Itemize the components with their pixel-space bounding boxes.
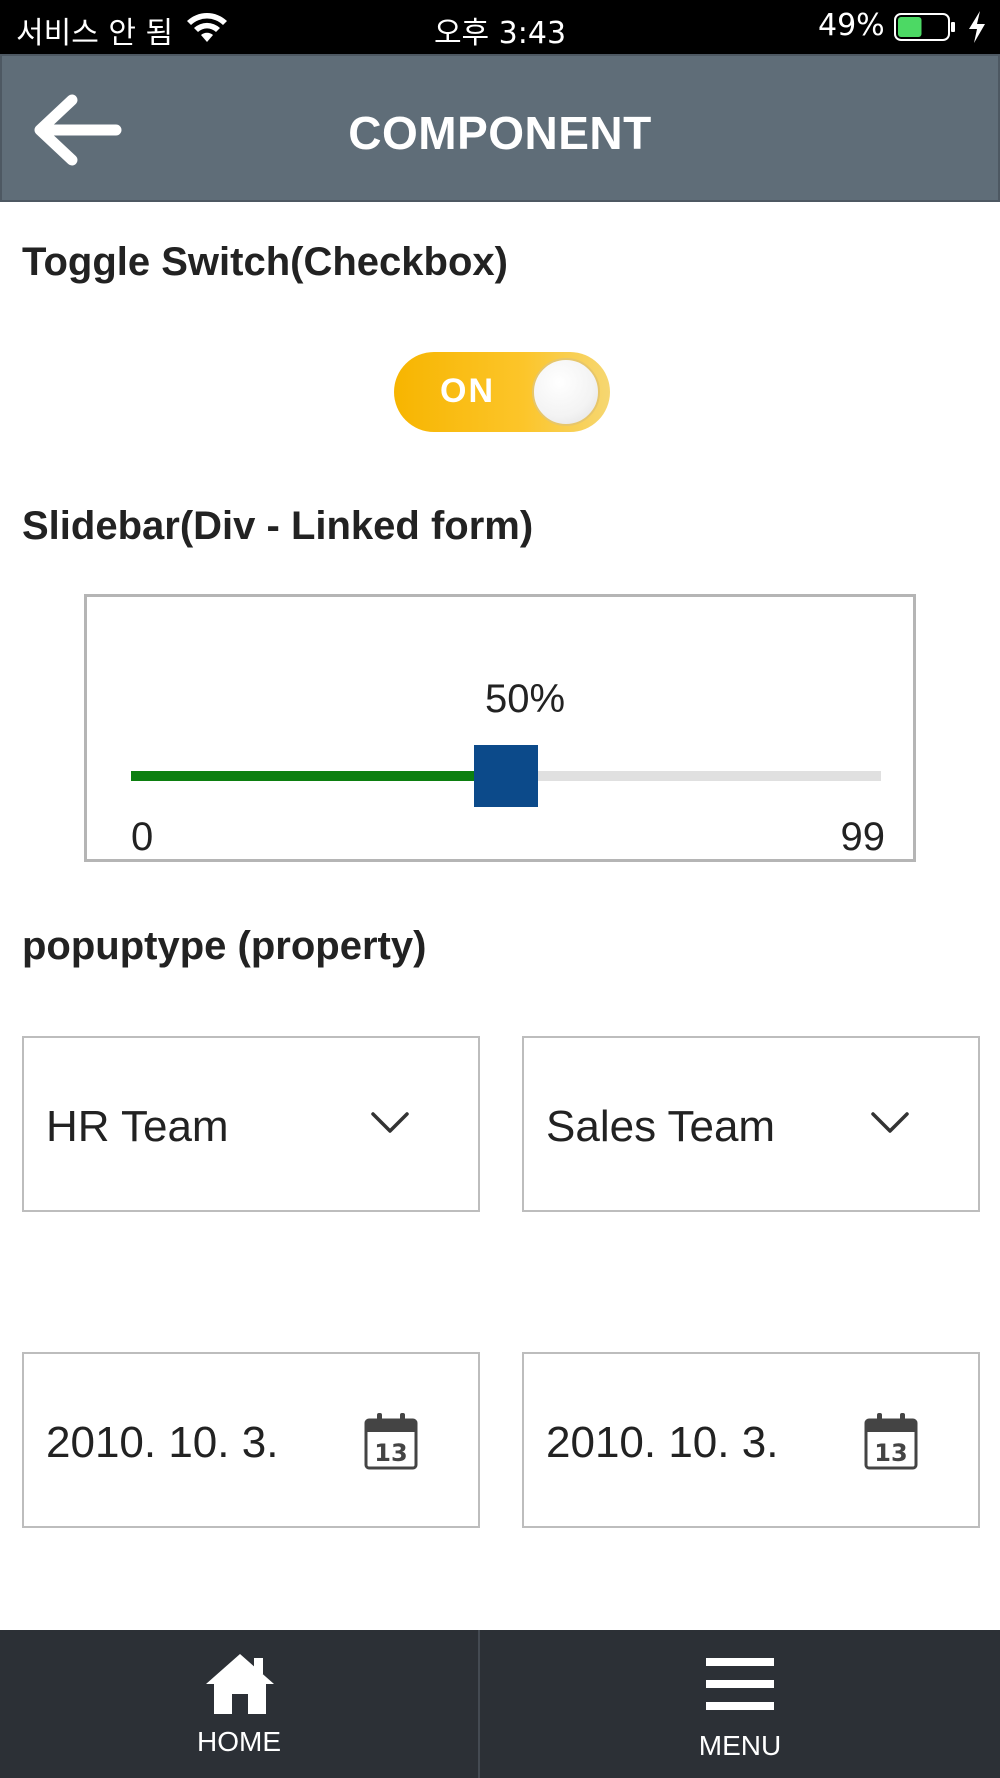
slider-thumb[interactable] — [474, 745, 538, 807]
chevron-down-icon — [371, 1112, 409, 1133]
nav-menu-label: MENU — [698, 1730, 782, 1761]
date-field-2[interactable]: 2010. 10. 3. 13 — [522, 1352, 980, 1528]
date-value: 2010. 10. 3. — [46, 1418, 279, 1467]
date-field-1[interactable]: 2010. 10. 3. 13 — [22, 1352, 480, 1528]
nav-home-button[interactable]: HOME — [0, 1630, 478, 1778]
app-header: COMPONENT — [0, 54, 1000, 202]
status-bar: 서비스 안 됨 오후 3:43 49% — [0, 0, 1000, 54]
team-select-1[interactable]: HR Team — [22, 1036, 480, 1212]
select-value: Sales Team — [546, 1102, 776, 1151]
calendar-day: 13 — [374, 1439, 407, 1467]
toggle-knob[interactable] — [532, 358, 600, 426]
battery-icon — [894, 13, 955, 41]
toggle-on-label: ON — [440, 372, 495, 410]
select-value: HR Team — [46, 1102, 229, 1151]
slider-value-label: 50% — [484, 677, 566, 721]
hamburger-menu-icon — [706, 1658, 774, 1710]
slider-max-label: 99 — [840, 815, 886, 859]
nav-home-label: HOME — [197, 1726, 281, 1757]
date-value: 2010. 10. 3. — [546, 1418, 779, 1467]
toggle-section-title: Toggle Switch(Checkbox) — [22, 240, 508, 284]
home-icon — [206, 1654, 274, 1714]
page-title: COMPONENT — [348, 107, 652, 159]
charging-bolt-icon — [969, 11, 985, 43]
slider-min-label: 0 — [131, 815, 154, 859]
calendar-day: 13 — [874, 1439, 907, 1467]
bottom-nav: HOME MENU — [0, 1630, 1000, 1778]
chevron-down-icon — [871, 1112, 909, 1133]
calendar-icon[interactable]: 13 — [864, 1412, 918, 1470]
battery-percent: 49% — [818, 8, 885, 43]
slider-section-title: Slidebar(Div - Linked form) — [22, 504, 534, 548]
popup-section-title: popuptype (property) — [22, 924, 427, 968]
calendar-icon[interactable]: 13 — [364, 1412, 418, 1470]
team-select-2[interactable]: Sales Team — [522, 1036, 980, 1212]
nav-menu-button[interactable]: MENU — [480, 1630, 1000, 1778]
slider-container: 50% 0 99 — [84, 594, 916, 862]
toggle-switch[interactable]: ON — [394, 352, 610, 432]
slider-fill — [131, 771, 506, 781]
